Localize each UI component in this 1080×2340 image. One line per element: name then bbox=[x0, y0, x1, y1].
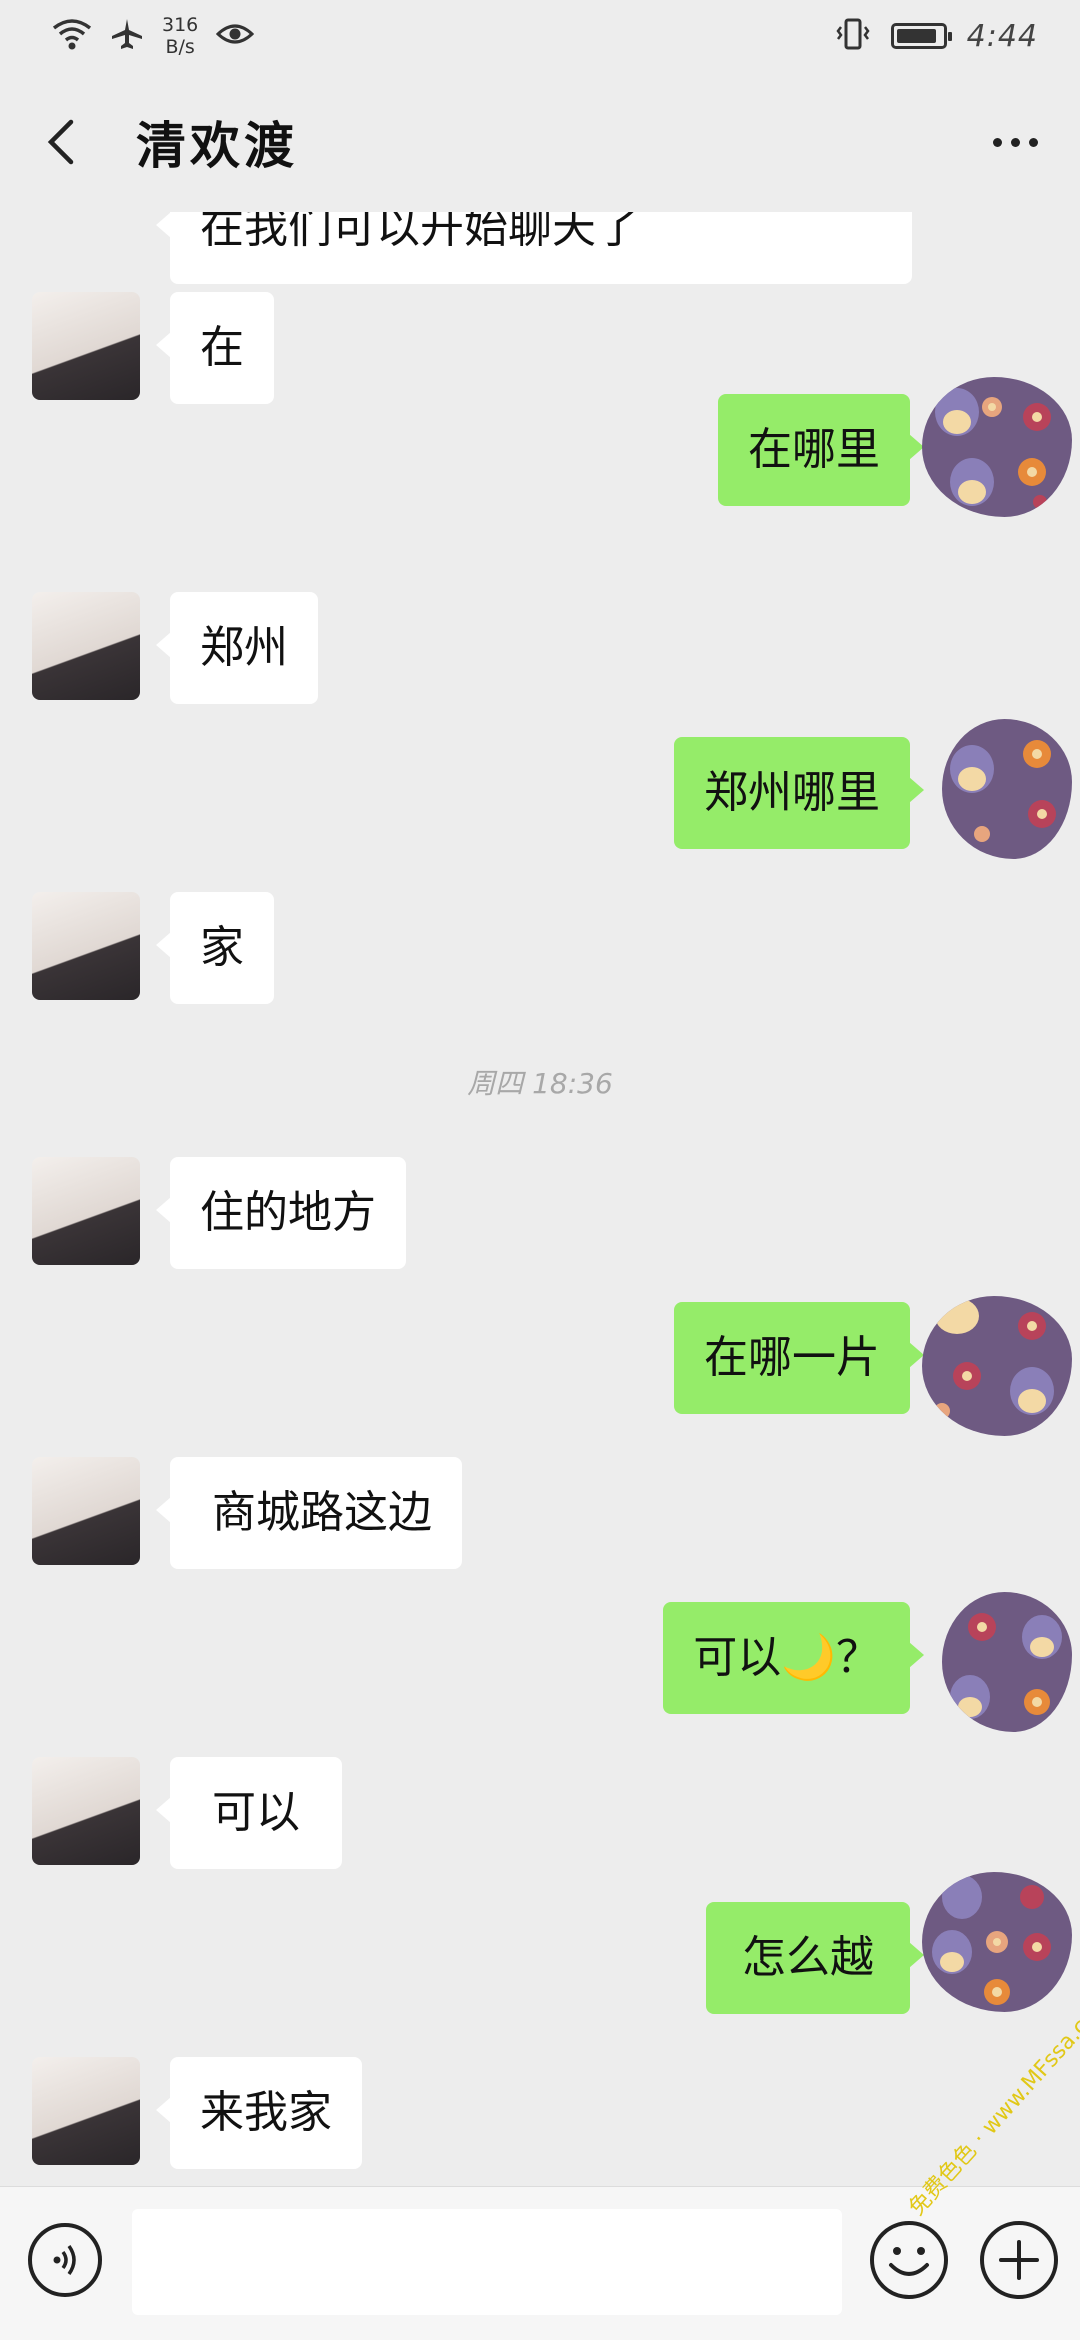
message-bubble-incoming[interactable]: 在 bbox=[156, 292, 274, 404]
network-speed-value: 316 bbox=[162, 14, 199, 36]
emoji-button[interactable] bbox=[870, 2221, 948, 2299]
dot-icon bbox=[992, 137, 1002, 147]
my-avatar[interactable] bbox=[942, 1592, 1072, 1732]
owl-pattern-icon bbox=[932, 1875, 1051, 2005]
message-text: 可以 bbox=[212, 1787, 300, 1838]
title-bar: 清欢渡 bbox=[0, 72, 1080, 212]
message-bubble-incoming[interactable]: 住的地方 bbox=[156, 1157, 406, 1269]
more-options-button[interactable] bbox=[980, 112, 1050, 172]
owl-pattern-icon bbox=[934, 1298, 1054, 1419]
network-speed: 316 B/s bbox=[162, 14, 198, 58]
message-text: 在哪里 bbox=[748, 424, 880, 475]
message-text: 来我家 bbox=[200, 2087, 332, 2138]
contact-avatar[interactable] bbox=[32, 1757, 140, 1865]
owl-pattern-icon bbox=[935, 388, 1051, 509]
message-bubble-outgoing[interactable]: 怎么越 bbox=[706, 1902, 924, 2014]
status-left: 316 B/s bbox=[52, 14, 255, 58]
my-avatar[interactable] bbox=[942, 719, 1072, 859]
smiley-icon bbox=[889, 2247, 929, 2276]
eye-icon bbox=[216, 20, 255, 52]
voice-icon bbox=[53, 2244, 76, 2276]
more-functions-button[interactable] bbox=[980, 2221, 1058, 2299]
message-text: 在我们可以开始聊天了 bbox=[200, 212, 640, 253]
chat-area[interactable]: 在我们可以开始聊天了 在 在哪里 郑州 郑州哪里 家 周四 18:36 住的地方… bbox=[0, 212, 1080, 2186]
message-text: 住的地方 bbox=[200, 1187, 376, 1238]
wifi-icon bbox=[52, 17, 92, 55]
message-text: 郑州哪里 bbox=[704, 767, 880, 818]
chat-title: 清欢渡 bbox=[136, 117, 298, 175]
my-avatar[interactable] bbox=[922, 377, 1072, 517]
status-time: 4:44 bbox=[966, 18, 1038, 54]
back-button[interactable] bbox=[30, 112, 90, 172]
chat-timestamp: 周四 18:36 bbox=[467, 1067, 613, 1100]
message-bubble-incoming[interactable]: 来我家 bbox=[156, 2057, 362, 2169]
my-avatar[interactable] bbox=[922, 1872, 1072, 2012]
contact-avatar[interactable] bbox=[32, 292, 140, 400]
vibrate-icon bbox=[835, 17, 871, 55]
message-text: 家 bbox=[200, 922, 244, 973]
status-right: 4:44 bbox=[835, 17, 1038, 55]
owl-pattern-icon bbox=[950, 1613, 1062, 1719]
message-input[interactable] bbox=[132, 2209, 842, 2315]
contact-avatar[interactable] bbox=[32, 592, 140, 700]
network-speed-unit: B/s bbox=[165, 36, 195, 58]
message-bubble-outgoing[interactable]: 在哪一片 bbox=[674, 1302, 924, 1414]
message-text: 商城路这边 bbox=[212, 1487, 432, 1538]
message-bubble-incoming[interactable]: 可以 bbox=[156, 1757, 342, 1869]
message-bubble-outgoing[interactable]: 郑州哪里 bbox=[674, 737, 924, 849]
message-text: 郑州 bbox=[200, 622, 288, 673]
message-bubble-outgoing[interactable]: 可以🌙？ bbox=[663, 1602, 924, 1714]
status-bar: 316 B/s 4:44 bbox=[0, 0, 1080, 72]
airplane-icon bbox=[110, 17, 144, 55]
voice-input-button[interactable] bbox=[28, 2223, 102, 2297]
plus-icon bbox=[999, 2240, 1039, 2280]
chevron-left-icon bbox=[47, 119, 74, 165]
contact-avatar[interactable] bbox=[32, 2057, 140, 2165]
message-text: 在哪一片 bbox=[704, 1332, 880, 1383]
message-bubble-outgoing[interactable]: 在哪里 bbox=[718, 394, 924, 506]
dot-icon bbox=[1010, 137, 1020, 147]
message-text: 怎么越 bbox=[742, 1932, 874, 1983]
battery-fill bbox=[896, 29, 937, 43]
owl-pattern-icon bbox=[950, 740, 1056, 842]
contact-avatar[interactable] bbox=[32, 1457, 140, 1565]
contact-avatar[interactable] bbox=[32, 892, 140, 1000]
message-bubble-incoming[interactable]: 家 bbox=[156, 892, 274, 1004]
contact-avatar[interactable] bbox=[32, 1157, 140, 1265]
battery-icon bbox=[890, 23, 952, 49]
my-avatar[interactable] bbox=[922, 1296, 1072, 1436]
message-text: 可以🌙？ bbox=[693, 1632, 880, 1683]
message-bubble-incoming[interactable]: 郑州 bbox=[156, 592, 318, 704]
message-bubble-incoming[interactable]: 商城路这边 bbox=[156, 1457, 462, 1569]
message-text: 在 bbox=[200, 322, 244, 373]
message-bubble-incoming[interactable]: 在我们可以开始聊天了 bbox=[156, 212, 912, 284]
dot-icon bbox=[1028, 137, 1038, 147]
